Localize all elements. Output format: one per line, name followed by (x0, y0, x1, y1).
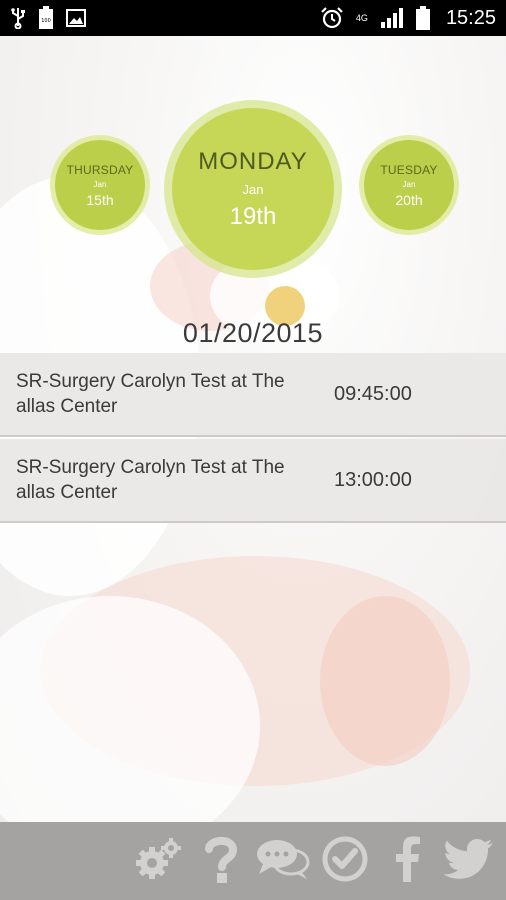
prev-month: Jan (93, 179, 107, 189)
check-button[interactable] (318, 834, 372, 888)
next-day-circle[interactable]: TUESDAY Jan 20th (364, 140, 454, 230)
chat-button[interactable] (256, 834, 310, 888)
battery-icon (415, 6, 430, 30)
current-day-circle[interactable]: MONDAY Jan 19th (172, 108, 334, 270)
prev-day: 15th (86, 191, 114, 208)
status-time: 15:25 (445, 6, 496, 29)
usb-icon (10, 7, 26, 29)
settings-button[interactable] (132, 834, 186, 888)
next-day: 20th (395, 191, 423, 208)
current-day: 19th (229, 202, 277, 230)
appointment-title: SR-Surgery Carolyn Test at The allas Cen… (16, 457, 285, 503)
current-weekday: MONDAY (198, 147, 308, 175)
alarm-icon (320, 6, 344, 30)
twitter-icon (443, 838, 494, 885)
status-bar: 100 4G 15:25 (0, 0, 506, 36)
next-weekday: TUESDAY (380, 162, 438, 177)
current-month: Jan (242, 181, 264, 197)
appointment-time: 09:45:00 (334, 382, 412, 405)
help-icon (201, 834, 241, 889)
check-icon (321, 835, 369, 888)
appointment-title: SR-Surgery Carolyn Test at The allas Cen… (16, 371, 285, 417)
appointment-row[interactable]: SR-Surgery Carolyn Test at The allas Cen… (0, 439, 506, 523)
twitter-button[interactable] (442, 834, 496, 888)
facebook-icon (392, 835, 422, 888)
help-button[interactable] (194, 834, 248, 888)
appointment-row[interactable]: SR-Surgery Carolyn Test at The allas Cen… (0, 353, 506, 437)
appointment-time: 13:00:00 (334, 468, 412, 491)
image-icon (66, 9, 86, 27)
chat-icon (255, 836, 311, 887)
prev-day-circle[interactable]: THURSDAY Jan 15th (55, 140, 145, 230)
network-label: 4G (355, 12, 368, 23)
selected-date: 01/20/2015 (182, 318, 324, 348)
prev-weekday: THURSDAY (66, 162, 134, 177)
settings-icon (134, 836, 184, 887)
battery-saver-icon: 100 (38, 6, 54, 30)
bottom-toolbar (0, 822, 506, 900)
appointment-list: SR-Surgery Carolyn Test at The allas Cen… (0, 353, 506, 523)
next-month: Jan (402, 179, 416, 189)
facebook-button[interactable] (380, 834, 434, 888)
svg-text:100: 100 (41, 18, 51, 24)
signal-icon (380, 7, 404, 29)
network-type: 4G (355, 12, 368, 23)
